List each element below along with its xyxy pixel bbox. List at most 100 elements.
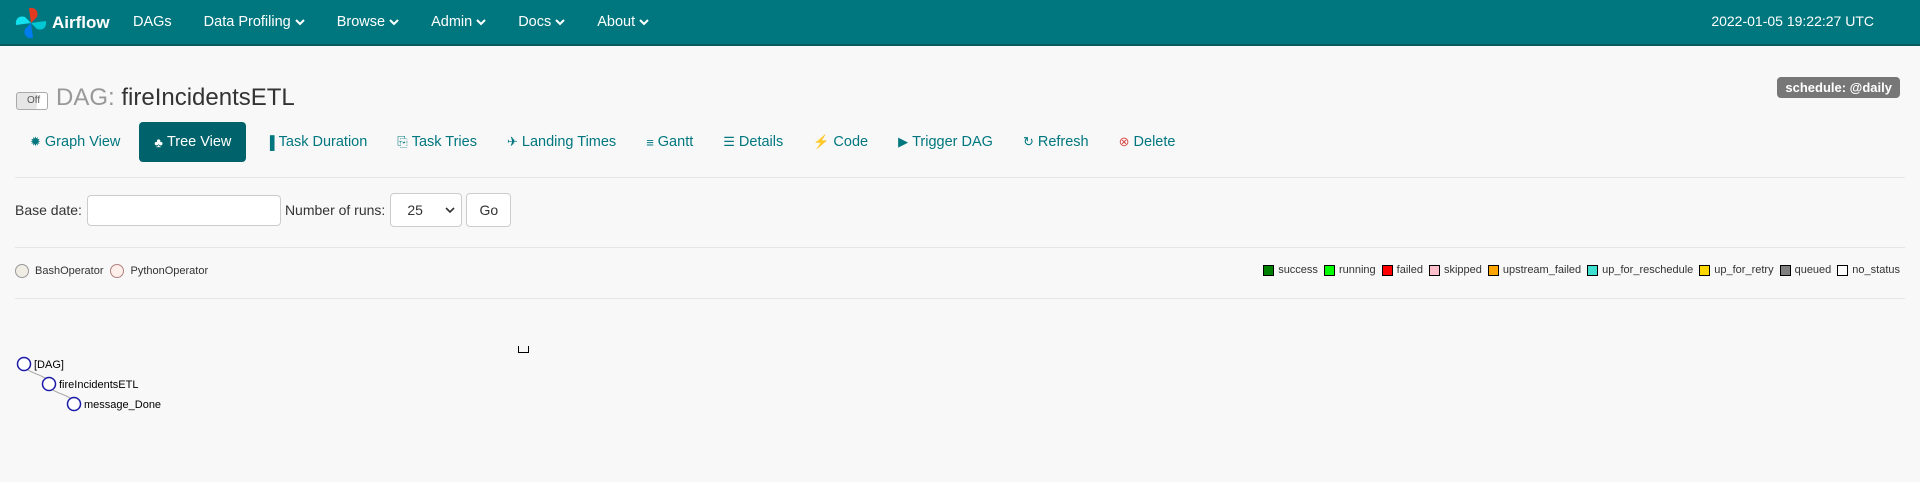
tree-node-label[interactable]: message_Done — [84, 399, 161, 411]
state-label: running — [1338, 264, 1376, 276]
divider — [15, 298, 1905, 299]
state-swatch-icon — [1779, 264, 1791, 276]
state-swatch-icon — [1428, 264, 1440, 276]
tree-node-label[interactable]: [DAG] — [34, 359, 64, 371]
operator-legend-item: BashOperator — [15, 264, 103, 278]
divider — [15, 177, 1905, 178]
state-legend-upstream-failed: upstream_failed — [1487, 264, 1582, 276]
chevron-down-icon — [445, 207, 455, 214]
schedule-badge: schedule: @daily — [1777, 77, 1900, 98]
state-label: success — [1278, 264, 1318, 276]
nav-item-dags[interactable]: DAGs — [133, 14, 188, 30]
tab-task-tries[interactable]: ⎘ Task Tries — [382, 122, 492, 162]
nav-item-label: Admin — [431, 14, 473, 30]
play-circle-icon: ▶ — [898, 134, 909, 149]
chevron-down-icon — [555, 19, 565, 26]
tab-label: Code — [833, 134, 869, 150]
base-date-input[interactable] — [86, 194, 281, 226]
state-label: no_status — [1852, 264, 1900, 276]
state-swatch-icon — [1263, 264, 1275, 276]
toggle-label: Off — [27, 95, 41, 106]
num-runs-value: 25 — [407, 202, 423, 218]
divider — [15, 247, 1905, 248]
state-swatch-icon — [1323, 264, 1335, 276]
nav-menu: DAGs Data Profiling Browse Admin Docs About — [133, 0, 665, 44]
chevron-down-icon — [389, 19, 399, 26]
state-label: failed — [1396, 264, 1423, 276]
state-legend-queued: queued — [1779, 264, 1832, 276]
tab-label: Graph View — [44, 134, 121, 150]
remove-circle-icon: ⊗ — [1118, 134, 1130, 149]
nav-item-about[interactable]: About — [581, 14, 665, 30]
nav-item-label: DAGs — [133, 14, 172, 30]
tab-label: Task Duration — [278, 134, 368, 150]
state-legend-skipped: skipped — [1428, 264, 1482, 276]
utc-clock: 2022-01-05 19:22:27 UTC — [1711, 13, 1874, 29]
go-button[interactable]: Go — [466, 193, 512, 227]
nav-item-label: Browse — [336, 14, 386, 30]
tree-icon: ♣ — [154, 134, 163, 150]
state-label: queued — [1794, 264, 1832, 276]
state-legend: success running failed skipped upstream_fail… — [1257, 264, 1900, 276]
tab-label: Task Tries — [411, 134, 477, 150]
tree-node-circle[interactable] — [16, 356, 32, 372]
state-label: up_for_retry — [1714, 264, 1774, 276]
asterisk-icon: ✹ — [30, 134, 41, 149]
chevron-down-icon — [639, 19, 649, 26]
bar-chart-icon: ▐ — [265, 134, 275, 150]
tab-delete[interactable]: ⊗ Delete — [1104, 122, 1191, 162]
tab-tree-view[interactable]: ♣ Tree View — [139, 122, 247, 162]
tree-node-circle[interactable] — [66, 396, 82, 412]
dag-title: DAG: fireIncidentsETL — [56, 84, 295, 112]
base-date-label: Base date: — [15, 202, 82, 218]
tab-trigger-dag[interactable]: ▶ Trigger DAG — [883, 122, 1008, 162]
dag-pause-toggle[interactable]: Off — [16, 92, 48, 110]
tab-label: Delete — [1133, 134, 1176, 150]
state-swatch-icon — [1487, 264, 1499, 276]
tree-node-circle[interactable] — [41, 376, 57, 392]
tab-label: Trigger DAG — [912, 134, 993, 150]
state-legend-success: success — [1263, 264, 1318, 276]
state-label: upstream_failed — [1502, 264, 1582, 276]
nav-item-data-profiling[interactable]: Data Profiling — [188, 14, 321, 30]
tab-graph-view[interactable]: ✹ Graph View — [15, 122, 135, 162]
tab-task-duration[interactable]: ▐ Task Duration — [250, 122, 382, 162]
dag-name: fireIncidentsETL — [121, 84, 295, 111]
nav-item-browse[interactable]: Browse — [321, 14, 415, 30]
state-legend-running: running — [1323, 264, 1376, 276]
tab-label: Landing Times — [521, 134, 617, 150]
tab-label: Refresh — [1037, 134, 1089, 150]
brand[interactable]: Airflow — [14, 4, 110, 42]
operator-label: PythonOperator — [130, 265, 209, 277]
tab-label: Tree View — [166, 134, 232, 150]
chevron-down-icon — [295, 19, 305, 26]
operator-circle-icon — [15, 264, 29, 278]
operator-legend-item: PythonOperator — [110, 264, 208, 278]
nav-item-admin[interactable]: Admin — [415, 14, 502, 30]
airflow-logo-icon — [15, 7, 47, 39]
tab-landing-times[interactable]: ✈ Landing Times — [492, 122, 631, 162]
num-runs-label: Number of runs: — [284, 202, 386, 218]
state-swatch-icon — [1699, 264, 1711, 276]
nav-item-label: Data Profiling — [203, 14, 291, 30]
tab-refresh[interactable]: ↻ Refresh — [1008, 122, 1104, 162]
state-label: up_for_reschedule — [1602, 264, 1694, 276]
tree-node-label[interactable]: fireIncidentsETL — [59, 379, 138, 391]
resize-marker — [518, 346, 529, 353]
tab-details[interactable]: ☰ Details — [708, 122, 798, 162]
nav-item-docs[interactable]: Docs — [502, 14, 581, 30]
tab-gantt[interactable]: ≡ Gantt — [631, 122, 708, 162]
flash-icon: ⚡ — [813, 134, 830, 149]
state-legend-failed: failed — [1381, 264, 1423, 276]
state-legend-no-status: no_status — [1837, 264, 1900, 276]
state-swatch-icon — [1381, 264, 1393, 276]
operator-label: BashOperator — [35, 265, 104, 277]
num-runs-select[interactable]: 25 — [390, 193, 463, 227]
state-swatch-icon — [1587, 264, 1599, 276]
brand-name: Airflow — [52, 13, 110, 32]
tab-code[interactable]: ⚡ Code — [798, 122, 883, 162]
gantt-icon: ≡ — [646, 134, 654, 150]
tab-label: Details — [738, 134, 784, 150]
operator-legend: BashOperator PythonOperator — [15, 264, 215, 278]
copy-icon: ⎘ — [397, 134, 408, 149]
